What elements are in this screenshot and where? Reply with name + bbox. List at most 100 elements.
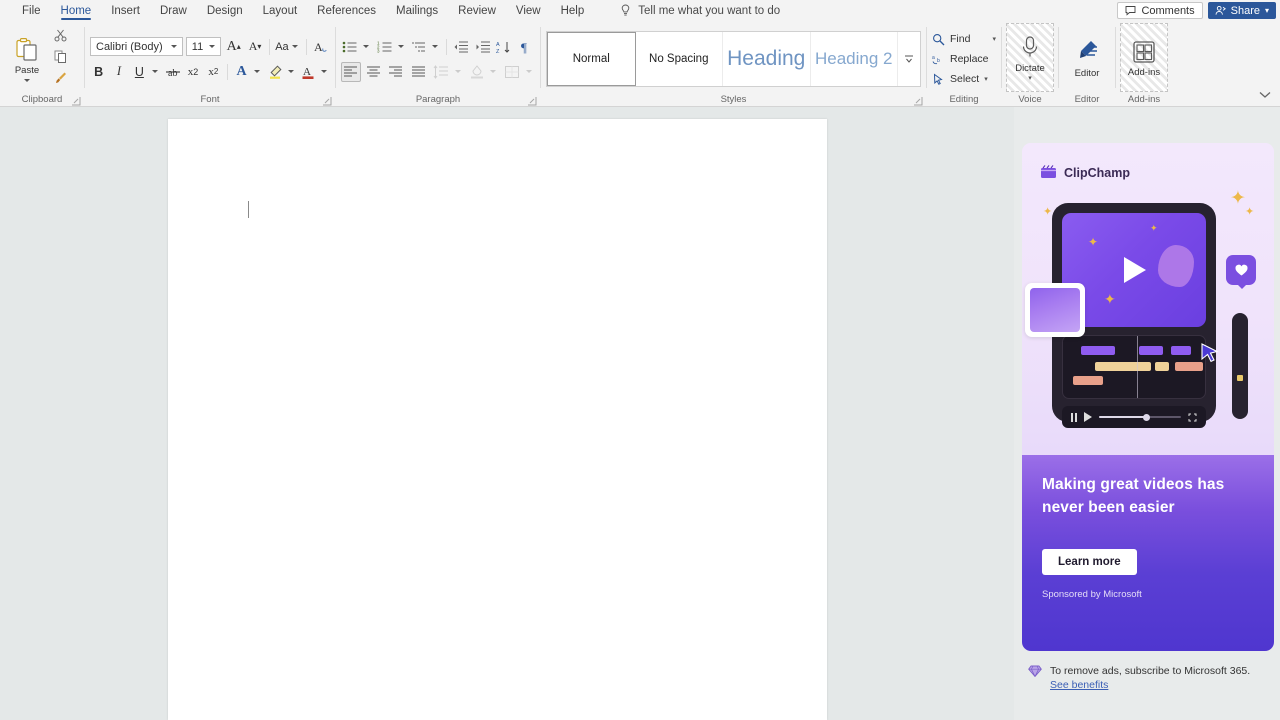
text-effects-button[interactable]: A — [233, 62, 250, 82]
align-right-button[interactable] — [386, 62, 406, 82]
ribbon-tab-layout[interactable]: Layout — [253, 0, 308, 21]
font-color-button[interactable]: A — [300, 62, 317, 82]
style-normal[interactable]: Normal — [547, 32, 636, 86]
shading-button[interactable] — [467, 62, 487, 82]
font-size-combobox[interactable]: 11 — [185, 37, 222, 56]
font-dialog-launcher-icon[interactable] — [322, 96, 332, 106]
ribbon-tab-help[interactable]: Help — [551, 0, 595, 21]
style-no-spacing[interactable]: No Spacing — [636, 32, 723, 86]
highlight-chevron-down-icon[interactable] — [287, 70, 294, 73]
ribbon-collapse-button[interactable] — [1258, 88, 1272, 102]
shading-chevron-down-icon[interactable] — [490, 70, 497, 73]
align-center-button[interactable] — [364, 62, 384, 82]
shading-icon — [470, 64, 483, 78]
tell-me-search[interactable]: Tell me what you want to do — [620, 4, 780, 17]
borders-button[interactable] — [502, 62, 522, 82]
menu-bar: File Home Insert Draw Design Layout Refe… — [0, 0, 1280, 21]
line-spacing-button[interactable] — [431, 62, 451, 82]
multilevel-chevron-down-icon[interactable] — [432, 45, 439, 48]
styles-dialog-launcher-icon[interactable] — [913, 96, 923, 106]
ad-panel: ClipChamp ✦ ✦ ✦ ✦ ✦ ✦ Making great video… — [1014, 107, 1280, 720]
clipchamp-ad-card[interactable]: ClipChamp ✦ ✦ ✦ ✦ ✦ ✦ Making great video… — [1022, 143, 1274, 651]
bullets-button[interactable] — [341, 37, 359, 57]
numbering-button[interactable]: 123 — [375, 37, 393, 57]
editor-button[interactable]: Editor — [1063, 23, 1111, 92]
dictate-chevron-down-icon[interactable]: ▾ — [1028, 74, 1032, 82]
heart-badge — [1226, 255, 1256, 289]
see-benefits-link[interactable]: See benefits — [1050, 679, 1250, 691]
ribbon-tab-file[interactable]: File — [12, 0, 51, 21]
find-chevron-down-icon[interactable]: ▾ — [992, 35, 996, 43]
slider-thumb — [1237, 375, 1243, 381]
ribbon-tab-review[interactable]: Review — [448, 0, 506, 21]
bold-button[interactable]: B — [90, 62, 107, 82]
star-icon: ✦ — [1043, 206, 1053, 218]
replace-button[interactable]: ab Replace — [932, 51, 996, 68]
ribbon-tab-mailings[interactable]: Mailings — [386, 0, 448, 21]
font-color-chevron-down-icon[interactable] — [320, 70, 327, 73]
paste-button[interactable]: Paste — [5, 35, 49, 82]
find-button[interactable]: Find ▾ — [932, 31, 996, 48]
justify-button[interactable] — [409, 62, 429, 82]
paste-chevron-down-icon[interactable] — [24, 78, 30, 82]
font-name-combobox[interactable]: Calibri (Body) — [90, 37, 183, 56]
svg-text:a: a — [932, 55, 935, 61]
comments-button[interactable]: Comments — [1117, 2, 1203, 19]
show-formatting-marks-button[interactable]: ¶ — [517, 37, 535, 57]
cursor-arrow-icon — [1201, 343, 1219, 363]
increase-indent-button[interactable] — [474, 37, 492, 57]
style-heading-2[interactable]: Heading 2 — [811, 32, 898, 86]
bullets-chevron-down-icon[interactable] — [363, 45, 370, 48]
underline-chevron-down-icon[interactable] — [152, 70, 159, 73]
italic-button[interactable]: I — [110, 62, 127, 82]
learn-more-button[interactable]: Learn more — [1042, 548, 1137, 575]
select-button[interactable]: Select ▾ — [932, 71, 996, 88]
ribbon-tab-design[interactable]: Design — [197, 0, 253, 21]
clipboard-paste-icon — [15, 37, 37, 61]
chevron-down-icon — [1259, 92, 1271, 98]
highlight-button[interactable] — [266, 62, 283, 82]
superscript-button[interactable]: x2 — [205, 62, 222, 82]
addins-button[interactable]: Add-ins — [1120, 23, 1168, 92]
grow-font-button[interactable]: A ▴ — [224, 37, 242, 57]
multilevel-list-button[interactable] — [410, 37, 428, 57]
ribbon-group-paragraph: 123 A Z ¶ Paragraph — [336, 21, 540, 107]
increase-indent-icon — [476, 41, 490, 52]
ribbon-tab-insert[interactable]: Insert — [101, 0, 150, 21]
align-left-button[interactable] — [341, 61, 361, 82]
document-canvas[interactable] — [0, 107, 1014, 720]
cut-button[interactable] — [51, 27, 69, 44]
ribbon-tab-draw[interactable]: Draw — [150, 0, 197, 21]
shrink-font-button[interactable]: A ▾ — [246, 37, 264, 57]
subscript-button[interactable]: x2 — [184, 62, 201, 82]
styles-more-button[interactable] — [898, 32, 920, 86]
decrease-indent-button[interactable] — [452, 37, 470, 57]
clipboard-dialog-launcher-icon[interactable] — [71, 96, 81, 106]
document-page[interactable] — [168, 119, 827, 720]
numbering-chevron-down-icon[interactable] — [397, 45, 404, 48]
ribbon-tab-home[interactable]: Home — [51, 0, 102, 21]
copy-button[interactable] — [51, 48, 69, 65]
sort-button[interactable]: AZ — [495, 37, 513, 57]
ribbon-tab-references[interactable]: References — [307, 0, 386, 21]
word-application-window: File Home Insert Draw Design Layout Refe… — [0, 0, 1280, 720]
text-effects-chevron-down-icon[interactable] — [254, 70, 261, 73]
paste-label: Paste — [14, 64, 40, 76]
change-case-button[interactable]: Aa — [275, 37, 300, 57]
underline-button[interactable]: U — [131, 62, 148, 82]
share-button[interactable]: Share ▾ — [1207, 2, 1276, 19]
strikethrough-button[interactable]: ab — [164, 62, 181, 82]
clear-formatting-button[interactable]: A — [312, 37, 330, 57]
align-left-icon — [344, 66, 358, 77]
style-heading[interactable]: Heading — [723, 32, 811, 86]
select-chevron-down-icon[interactable]: ▾ — [984, 75, 988, 83]
ribbon-tab-view[interactable]: View — [506, 0, 551, 21]
line-spacing-chevron-down-icon[interactable] — [454, 70, 461, 73]
format-painter-button[interactable] — [51, 69, 69, 86]
paragraph-dialog-launcher-icon[interactable] — [527, 96, 537, 106]
ad-illustration-area: ClipChamp ✦ ✦ ✦ ✦ ✦ ✦ — [1022, 143, 1274, 455]
borders-chevron-down-icon[interactable] — [525, 70, 532, 73]
font-name-chevron-down-icon — [170, 45, 177, 48]
sort-az-icon: AZ — [496, 41, 510, 54]
dictate-button[interactable]: Dictate ▾ — [1006, 23, 1054, 92]
